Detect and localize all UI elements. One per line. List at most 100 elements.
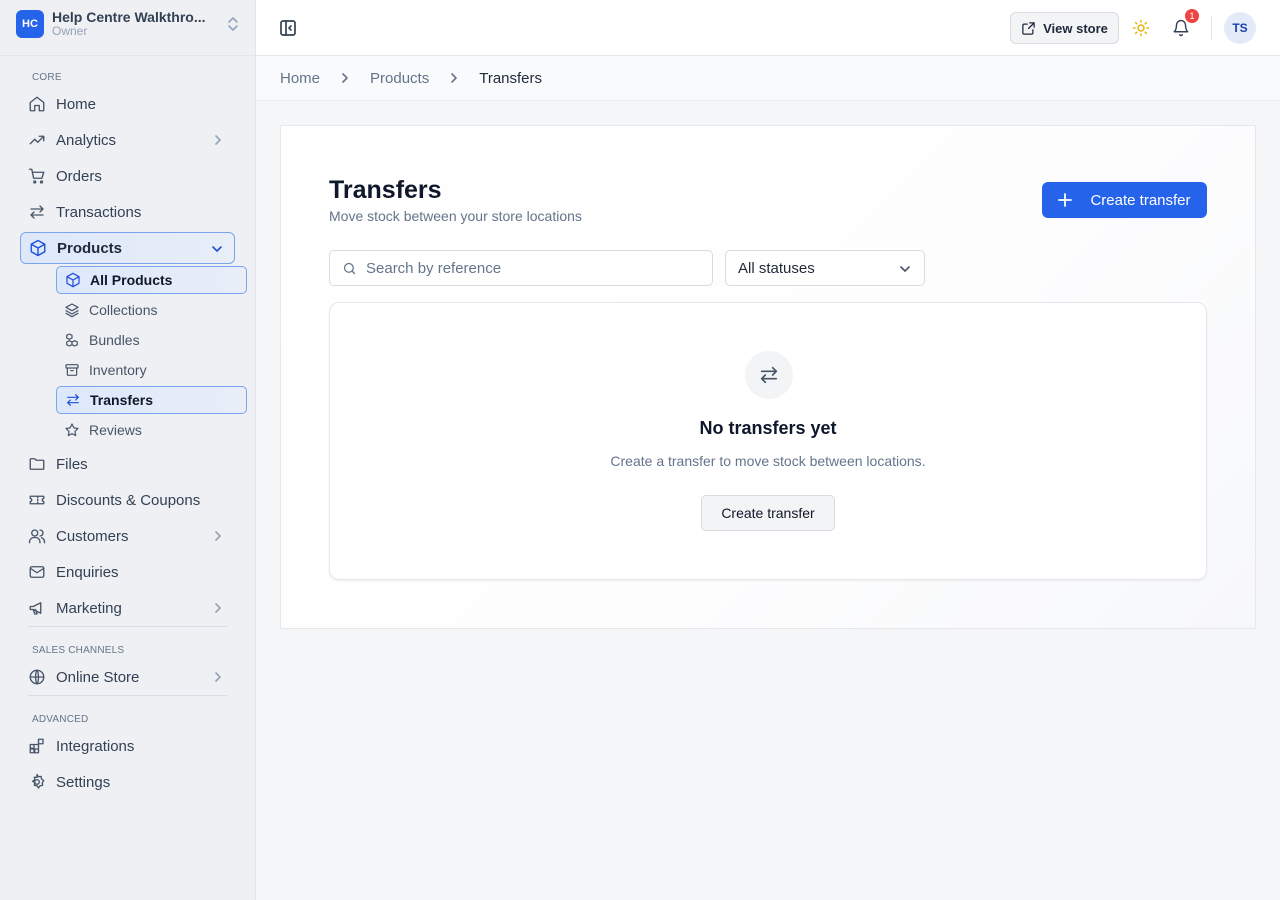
empty-state-title: No transfers yet — [699, 418, 837, 438]
plus-icon — [1058, 193, 1073, 207]
folder-icon — [29, 458, 45, 470]
chevron-right-icon — [215, 135, 221, 145]
external-link-icon — [1022, 21, 1035, 35]
transfers-card: Transfers Move stock between your store … — [280, 125, 1256, 629]
header-divider — [1211, 16, 1212, 40]
chevron-right-icon — [215, 672, 221, 682]
status-filter-select[interactable]: All statuses — [725, 250, 925, 286]
sidebar-item-products[interactable]: Products — [20, 232, 235, 264]
sidebar-item-label: Integrations — [56, 737, 135, 755]
sidebar-item-label: Marketing — [56, 599, 122, 617]
trending-up-icon — [29, 135, 45, 145]
page-subtitle: Move stock between your store locations — [329, 208, 582, 224]
view-store-button[interactable]: View store — [1010, 12, 1119, 44]
org-name: Help Centre Walkthro... — [52, 9, 206, 26]
empty-create-transfer-button[interactable]: Create transfer — [701, 495, 835, 531]
chevron-right-icon — [451, 73, 458, 83]
avatar[interactable]: TS — [1224, 12, 1256, 44]
sidebar-item-discounts[interactable]: Discounts & Coupons — [20, 484, 235, 516]
gear-icon — [31, 773, 45, 789]
breadcrumb-products[interactable]: Products — [370, 70, 429, 87]
sidebar-item-online-store[interactable]: Online Store — [20, 661, 235, 693]
org-role: Owner — [52, 24, 88, 39]
sidebar-subitem-transfers[interactable]: Transfers — [56, 386, 247, 414]
sidebar-item-integrations[interactable]: Integrations — [20, 730, 235, 762]
sidebar-separator — [28, 695, 227, 696]
top-header: View store 1 TS — [256, 0, 1280, 56]
sidebar-item-home[interactable]: Home — [20, 88, 235, 120]
section-label-core: CORE — [32, 72, 62, 83]
arrows-left-right-icon — [760, 366, 778, 384]
chevron-down-icon — [900, 266, 910, 272]
chevrons-up-down-icon — [228, 17, 238, 31]
sidebar-divider — [0, 55, 256, 56]
sidebar-separator — [28, 626, 227, 627]
search-field[interactable] — [329, 250, 713, 286]
sidebar-subitem-label: Bundles — [89, 332, 140, 348]
sidebar-item-marketing[interactable]: Marketing — [20, 592, 235, 624]
sidebar-item-label: Orders — [56, 167, 102, 185]
star-icon — [65, 423, 79, 437]
sidebar-item-label: Files — [56, 455, 88, 473]
status-filter-value: All statuses — [738, 259, 815, 277]
sidebar-item-orders[interactable]: Orders — [20, 160, 235, 192]
breadcrumb-home[interactable]: Home — [280, 70, 320, 87]
sidebar-item-settings[interactable]: Settings — [20, 766, 235, 798]
home-icon — [29, 96, 45, 112]
layers-icon — [65, 303, 79, 318]
sidebar-subitem-label: Inventory — [89, 362, 147, 378]
empty-state: No transfers yet Create a transfer to mo… — [329, 302, 1207, 580]
sidebar-item-label: Home — [56, 95, 97, 113]
arrows-left-right-icon — [30, 205, 44, 219]
cart-icon — [28, 168, 45, 184]
sidebar-subitem-reviews[interactable]: Reviews — [56, 416, 247, 444]
sun-icon[interactable] — [1132, 19, 1150, 37]
sidebar-subitem-label: Transfers — [90, 392, 154, 408]
sidebar-subitem-label: Reviews — [89, 422, 142, 438]
archive-icon — [65, 364, 79, 376]
box-icon — [66, 272, 80, 288]
sidebar-subitem-collections[interactable]: Collections — [56, 296, 247, 324]
chevron-down-icon — [212, 246, 222, 252]
org-switcher[interactable]: HC Help Centre Walkthro... Owner — [16, 9, 241, 39]
section-label-sales-channels: SALES CHANNELS — [32, 645, 125, 656]
box-icon — [30, 239, 46, 257]
search-input[interactable] — [366, 259, 696, 277]
sidebar-item-label: Analytics — [56, 131, 117, 149]
sidebar-item-label: Customers — [56, 527, 129, 545]
sidebar-toggle-icon[interactable] — [278, 18, 298, 38]
arrows-left-right-icon — [67, 394, 79, 406]
sidebar-subitem-label: Collections — [89, 302, 158, 318]
sidebar-item-label: Discounts & Coupons — [56, 491, 201, 509]
megaphone-icon — [29, 602, 42, 615]
chevron-right-icon — [342, 73, 348, 83]
sidebar-item-label: Enquiries — [56, 563, 119, 581]
sidebar-item-enquiries[interactable]: Enquiries — [20, 556, 235, 588]
users-icon — [28, 529, 46, 544]
sidebar-item-label: Settings — [56, 773, 111, 791]
empty-state-icon-wrap — [745, 351, 793, 399]
mail-icon — [29, 566, 45, 578]
chevron-right-icon — [215, 531, 221, 541]
ticket-icon — [29, 495, 45, 505]
sidebar-item-customers[interactable]: Customers — [20, 520, 235, 552]
section-label-advanced: ADVANCED — [32, 714, 89, 725]
sidebar-subitem-bundles[interactable]: Bundles — [56, 326, 247, 354]
breadcrumb-current: Transfers — [479, 69, 543, 87]
sidebar-subitem-all-products[interactable]: All Products — [56, 266, 247, 294]
sidebar-subitem-label: All Products — [90, 272, 173, 288]
view-store-label: View store — [1043, 20, 1108, 36]
chevron-right-icon — [215, 603, 221, 613]
sidebar-item-label: Transactions — [56, 203, 142, 221]
sidebar-item-label: Online Store — [56, 668, 140, 686]
breadcrumb: Home Products Transfers — [256, 56, 1280, 101]
boxes-icon — [66, 333, 78, 347]
create-transfer-label: Create transfer — [1090, 191, 1191, 209]
sidebar-subitem-inventory[interactable]: Inventory — [56, 356, 247, 384]
globe-icon — [29, 669, 45, 685]
search-icon — [343, 262, 356, 274]
create-transfer-button[interactable]: Create transfer — [1042, 182, 1207, 218]
sidebar-item-analytics[interactable]: Analytics — [20, 124, 235, 156]
sidebar-item-files[interactable]: Files — [20, 448, 235, 480]
sidebar-item-transactions[interactable]: Transactions — [20, 196, 235, 228]
